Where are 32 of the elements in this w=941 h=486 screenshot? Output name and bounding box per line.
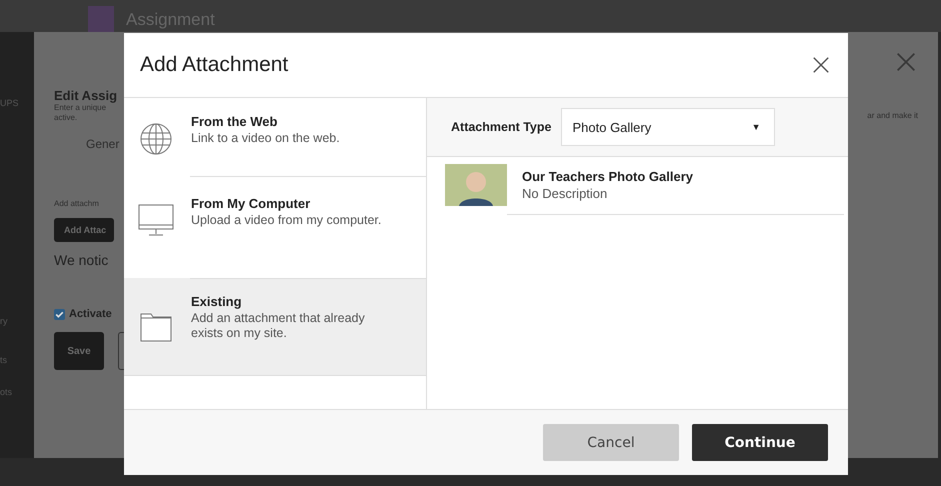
checkbox[interactable] <box>54 308 65 320</box>
attachment-type-label: Attachment Type <box>451 120 552 134</box>
add-attachment-button[interactable]: Add Attac <box>54 218 114 242</box>
item-title: Our Teachers Photo Gallery <box>522 169 693 184</box>
item-description: No Description <box>522 186 608 201</box>
attachment-type-dropdown[interactable]: Photo Gallery ▼ <box>561 108 776 146</box>
save-button[interactable]: Save <box>54 332 104 370</box>
option-description: Upload a video from my computer. <box>191 213 382 228</box>
source-option[interactable]: From the Web Link to a video on the web. <box>124 98 426 176</box>
monitor-icon <box>138 204 174 238</box>
option-title: From the Web <box>191 114 278 129</box>
modal-title: Add Attachment <box>140 53 288 77</box>
option-description: Link to a video on the web. <box>191 131 341 146</box>
dialog-title: Edit Assig <box>54 88 118 103</box>
folder-icon <box>140 312 172 342</box>
description-text: active. <box>54 113 78 123</box>
source-option[interactable]: Existing Add an attachment that already exists on my site. <box>124 278 426 376</box>
checkbox-label: Activate <box>69 308 112 320</box>
description-text: ar and make it <box>867 111 918 120</box>
source-option[interactable]: From My Computer Upload a video from my computer. <box>124 176 426 278</box>
close-icon[interactable] <box>812 56 830 74</box>
option-title: Existing <box>191 294 243 309</box>
globe-icon <box>139 122 173 156</box>
attachment-label: Add attachm <box>54 199 99 208</box>
continue-button[interactable]: Continue <box>692 424 828 461</box>
option-title: From My Computer <box>191 196 312 211</box>
notice-text: We notic <box>54 252 108 268</box>
photo-placeholder <box>445 164 507 206</box>
option-description: Add an attachment that already exists on my site. <box>191 311 366 341</box>
cancel-button[interactable]: Cancel <box>543 424 679 461</box>
description-text: Enter a unique <box>54 103 106 113</box>
gallery-item[interactable]: Our Teachers Photo Gallery No Description <box>445 161 844 215</box>
